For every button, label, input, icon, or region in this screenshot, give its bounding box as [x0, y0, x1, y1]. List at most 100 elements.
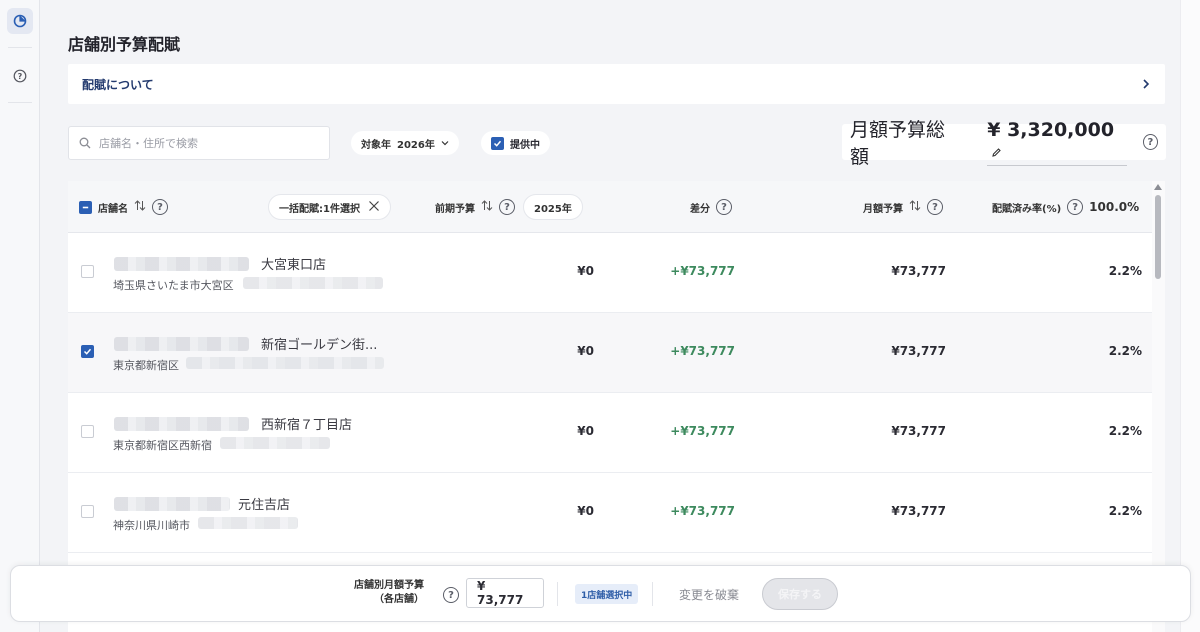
table-row[interactable]: 大宮東口店 埼玉県さいたま市大宮区 ¥0 +¥73,777 ¥73,777 2.…	[68, 233, 1152, 313]
header-rate-label: 配賦済み率(%)	[992, 203, 1062, 215]
bulk-budget-input[interactable]: ¥ 73,777	[466, 578, 544, 608]
provided-checkbox[interactable]	[491, 136, 504, 150]
row-checkbox[interactable]	[81, 345, 94, 358]
bulk-allocation-label: 一括配賦:1件選択	[279, 203, 360, 215]
selected-count-badge: 1店舗選択中	[575, 584, 639, 604]
header-store: 店舗名 ?	[79, 181, 168, 233]
year-value: 2026年	[397, 139, 435, 151]
discard-changes-button[interactable]: 変更を破棄	[679, 586, 739, 603]
rate-cell: 2.2%	[1108, 264, 1142, 278]
table-row[interactable]: 西新宿７丁目店 東京都新宿区西新宿 ¥0 +¥73,777 ¥73,777 2.…	[68, 393, 1152, 473]
help-circle-icon[interactable]: ?	[7, 63, 33, 89]
redacted-text	[243, 277, 383, 289]
header-diff: 差分 ?	[690, 181, 732, 233]
pencil-icon[interactable]	[991, 141, 1002, 163]
save-button[interactable]: 保存する	[762, 578, 838, 610]
redacted-text	[186, 357, 384, 369]
help-icon[interactable]: ?	[1067, 199, 1084, 215]
divider	[557, 582, 558, 606]
store-address: 東京都新宿区	[113, 359, 179, 372]
page-scrollbar[interactable]	[1180, 0, 1200, 632]
header-rate: 配賦済み率(%) ? 100.0%	[992, 181, 1139, 233]
help-icon[interactable]: ?	[716, 199, 732, 215]
year-select[interactable]: 対象年 2026年	[351, 131, 459, 155]
help-icon[interactable]: ?	[152, 199, 168, 215]
monthly-budget-cell: ¥73,777	[891, 504, 946, 518]
search-icon	[79, 134, 91, 153]
table-row[interactable]: 新宿ゴールデン街... 東京都新宿区 ¥0 +¥73,777 ¥73,777 2…	[68, 313, 1152, 393]
header-store-label: 店舗名	[98, 203, 128, 215]
redacted-text	[114, 257, 249, 271]
bulk-budget-label-line1: 店舗別月額予算	[354, 580, 424, 591]
diff-cell: +¥73,777	[670, 424, 735, 438]
bulk-allocation-chip[interactable]: 一括配賦:1件選択	[268, 194, 391, 220]
monthly-budget-cell: ¥73,777	[891, 424, 946, 438]
prev-budget-cell: ¥0	[577, 344, 594, 358]
select-all-checkbox[interactable]	[79, 200, 92, 214]
redacted-text	[220, 437, 330, 449]
bulk-budget-value: ¥ 73,777	[477, 579, 524, 607]
scrollbar-thumb[interactable]	[1155, 195, 1161, 279]
store-name: 新宿ゴールデン街...	[261, 338, 378, 353]
help-icon[interactable]: ?	[927, 199, 943, 215]
header-monthly-label: 月額予算	[863, 203, 903, 215]
page-title: 店舗別予算配賦	[68, 35, 181, 54]
about-allocation-link[interactable]: 配賦について	[68, 64, 1165, 104]
diff-cell: +¥73,777	[670, 344, 735, 358]
prev-year-value: 2025年	[534, 203, 572, 215]
search-input[interactable]	[99, 136, 309, 150]
prev-budget-cell: ¥0	[577, 504, 594, 518]
scroll-up-icon[interactable]	[1154, 184, 1162, 190]
redacted-text	[114, 337, 249, 351]
about-label: 配賦について	[82, 77, 154, 92]
provided-filter[interactable]: 提供中	[481, 131, 550, 155]
store-address: 埼玉県さいたま市大宮区	[113, 279, 234, 292]
monthly-total-label: 月額予算総額	[850, 119, 946, 168]
row-checkbox[interactable]	[81, 425, 94, 438]
store-name: 西新宿７丁目店	[261, 418, 353, 433]
monthly-total-value[interactable]: ¥ 3,320,000	[987, 119, 1127, 166]
store-address: 東京都新宿区西新宿	[113, 439, 212, 452]
monthly-budget-cell: ¥73,777	[891, 264, 946, 278]
help-icon[interactable]: ?	[443, 587, 459, 603]
header-monthly: 月額予算 ?	[863, 181, 943, 233]
main-area: 店舗別予算配賦 配賦について 対象年 2026年 提供中 月額予算総額 ¥ 3,…	[40, 0, 1180, 632]
chevron-right-icon	[1141, 75, 1151, 94]
store-name: 元住吉店	[238, 498, 291, 513]
redacted-text	[114, 417, 249, 431]
header-prev-budget: 前期予算 ? 2025年	[435, 181, 583, 233]
diff-cell: +¥73,777	[670, 504, 735, 518]
sidebar-divider	[8, 102, 32, 103]
monthly-budget-cell: ¥73,777	[891, 344, 946, 358]
chevron-down-icon	[441, 138, 449, 149]
sidebar-divider	[8, 47, 32, 48]
help-icon[interactable]: ?	[1142, 134, 1159, 150]
header-rate-total: 100.0%	[1089, 200, 1140, 214]
store-name: 大宮東口店	[261, 258, 327, 273]
sort-icon[interactable]	[909, 200, 921, 214]
bulk-edit-bar: 店舗別月額予算 （各店舗） ? ¥ 73,777 1店舗選択中 変更を破棄 保存…	[10, 565, 1191, 622]
bulk-budget-label: 店舗別月額予算 （各店舗）	[354, 579, 424, 607]
year-label: 対象年	[361, 139, 391, 151]
redacted-text	[114, 497, 230, 511]
search-box[interactable]	[68, 126, 330, 160]
table-row[interactable]: 元住吉店 神奈川県川崎市 ¥0 +¥73,777 ¥73,777 2.2%	[68, 473, 1152, 553]
svg-text:?: ?	[18, 72, 23, 81]
rate-cell: 2.2%	[1108, 424, 1142, 438]
prev-year-chip[interactable]: 2025年	[523, 194, 583, 220]
header-prev-label: 前期予算	[435, 203, 475, 215]
pie-chart-icon[interactable]	[7, 8, 33, 34]
sort-icon[interactable]	[134, 200, 146, 214]
bulk-allocation: 一括配賦:1件選択	[268, 181, 391, 233]
help-icon[interactable]: ?	[499, 199, 515, 215]
bulk-budget-label-line2: （各店舗）	[374, 594, 424, 605]
sort-icon[interactable]	[481, 200, 493, 214]
rate-cell: 2.2%	[1108, 344, 1142, 358]
row-checkbox[interactable]	[81, 265, 94, 278]
close-icon[interactable]	[368, 200, 380, 215]
sidebar: ?	[0, 0, 40, 632]
prev-budget-cell: ¥0	[577, 424, 594, 438]
row-checkbox[interactable]	[81, 505, 94, 518]
diff-cell: +¥73,777	[670, 264, 735, 278]
provided-label: 提供中	[510, 139, 540, 151]
